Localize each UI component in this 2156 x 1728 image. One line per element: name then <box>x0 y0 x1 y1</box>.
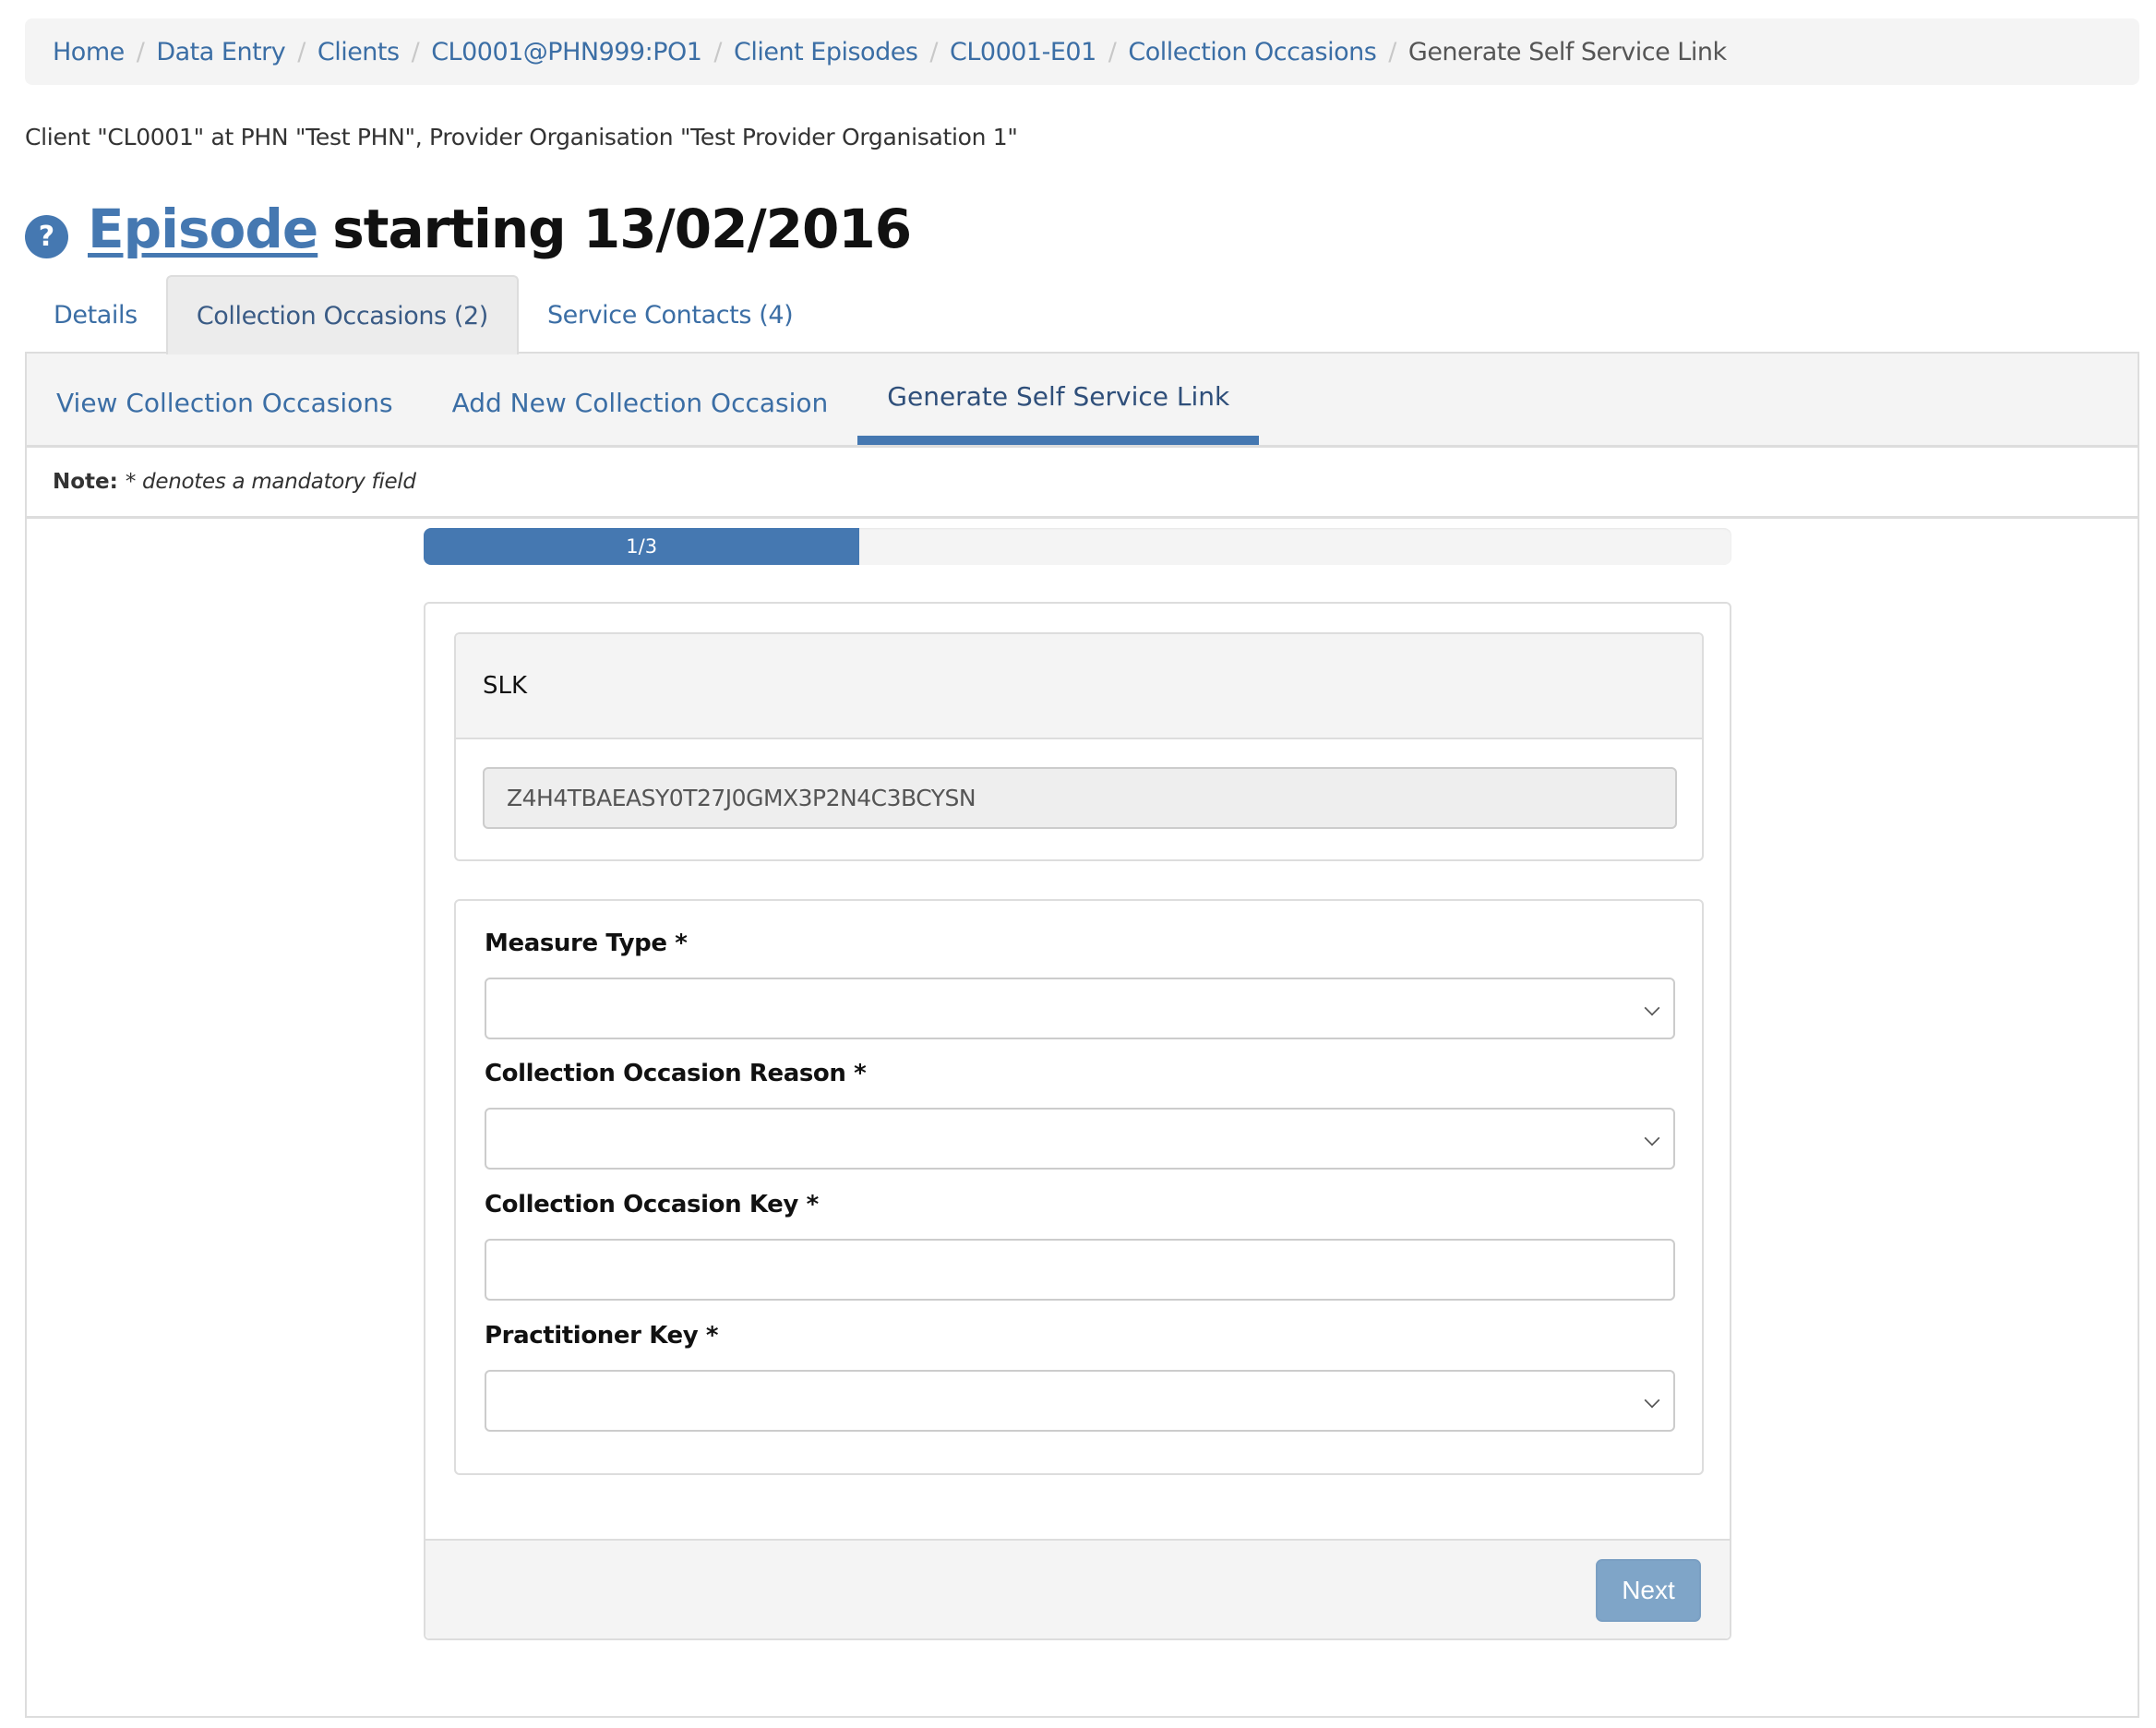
collection-occasion-reason-field: Collection Occasion Reason * <box>485 1060 1675 1170</box>
page-title: ? Episode starting 13/02/2016 <box>25 192 912 266</box>
subnav-generate-self-service-link[interactable]: Generate Self Service Link <box>857 354 1260 445</box>
slk-input[interactable] <box>483 767 1677 829</box>
breadcrumb-home[interactable]: Home <box>53 38 125 66</box>
breadcrumb-collection-occasions[interactable]: Collection Occasions <box>1128 38 1376 66</box>
note-label: Note: <box>53 470 118 494</box>
measure-type-select[interactable] <box>485 978 1675 1039</box>
breadcrumb-clients[interactable]: Clients <box>317 38 400 66</box>
practitioner-key-field: Practitioner Key * <box>485 1322 1675 1432</box>
chevron-down-icon <box>1644 1392 1660 1409</box>
wizard-progress-bar: 1/3 <box>424 528 1731 565</box>
measure-type-label: Measure Type * <box>485 930 688 957</box>
breadcrumb-separator: / <box>713 37 723 66</box>
breadcrumb-separator: / <box>136 37 145 66</box>
breadcrumb: Home / Data Entry / Clients / CL0001@PHN… <box>25 18 2139 85</box>
breadcrumb-separator: / <box>297 37 305 66</box>
tab-collection-occasions[interactable]: Collection Occasions (2) <box>165 275 519 354</box>
progress-fill: 1/3 <box>424 528 860 565</box>
collection-occasion-subnav: View Collection Occasions Add New Collec… <box>27 354 2138 448</box>
help-icon[interactable]: ? <box>25 214 68 258</box>
subnav-add-collection-occasion[interactable]: Add New Collection Occasion <box>423 354 858 445</box>
page-title-text: starting 13/02/2016 <box>332 198 912 260</box>
breadcrumb-client-episodes[interactable]: Client Episodes <box>734 38 918 66</box>
breadcrumb-separator: / <box>411 37 420 66</box>
collection-occasion-reason-select[interactable] <box>485 1108 1675 1170</box>
next-button[interactable]: Next <box>1596 1559 1701 1622</box>
episode-link[interactable]: Episode <box>88 198 318 260</box>
mandatory-note: Note: * denotes a mandatory field <box>27 448 2138 519</box>
slk-header: SLK <box>456 634 1702 739</box>
breadcrumb-separator: / <box>1388 37 1396 66</box>
wizard-card: SLK Measure Type * Collection Occasion R… <box>424 602 1731 1640</box>
breadcrumb-client[interactable]: CL0001@PHN999:PO1 <box>431 38 702 66</box>
episode-tabs: Details Collection Occasions (2) Service… <box>25 275 821 354</box>
practitioner-key-select[interactable] <box>485 1370 1675 1432</box>
client-info: Client "CL0001" at PHN "Test PHN", Provi… <box>25 124 1018 150</box>
collection-occasion-key-field: Collection Occasion Key * <box>485 1191 1675 1301</box>
collection-occasion-key-input[interactable] <box>485 1239 1675 1301</box>
tab-service-contacts[interactable]: Service Contacts (4) <box>519 275 821 354</box>
tab-details[interactable]: Details <box>25 275 166 354</box>
practitioner-key-label: Practitioner Key * <box>485 1322 719 1350</box>
note-text: * denotes a mandatory field <box>125 470 416 494</box>
breadcrumb-episode[interactable]: CL0001-E01 <box>950 38 1096 66</box>
subnav-view-collection-occasions[interactable]: View Collection Occasions <box>27 354 423 445</box>
chevron-down-icon <box>1644 1130 1660 1146</box>
breadcrumb-separator: / <box>1108 37 1117 66</box>
slk-panel: SLK <box>454 632 1704 861</box>
fields-panel: Measure Type * Collection Occasion Reaso… <box>454 899 1704 1475</box>
collection-occasion-reason-label: Collection Occasion Reason * <box>485 1060 867 1087</box>
wizard-footer: Next <box>425 1539 1730 1638</box>
breadcrumb-separator: / <box>929 37 938 66</box>
collection-occasion-key-label: Collection Occasion Key * <box>485 1191 819 1218</box>
chevron-down-icon <box>1644 1000 1660 1016</box>
measure-type-field: Measure Type * <box>485 930 1675 1039</box>
breadcrumb-current: Generate Self Service Link <box>1407 37 1727 66</box>
breadcrumb-data-entry[interactable]: Data Entry <box>156 38 285 66</box>
